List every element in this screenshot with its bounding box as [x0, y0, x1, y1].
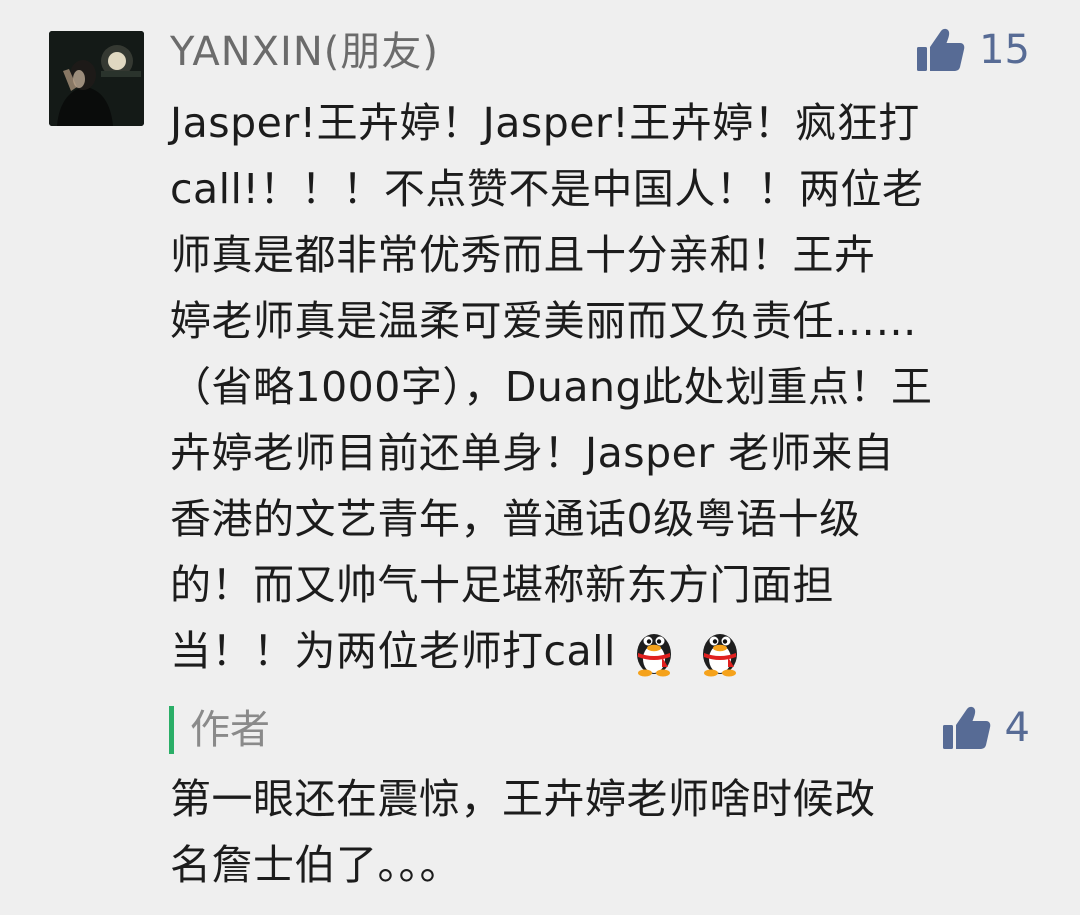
reply-author-label: 作者: [190, 707, 270, 753]
reply-like-button[interactable]: 4: [941, 700, 1030, 756]
qq-penguin-emoji-icon: [692, 621, 748, 677]
comment-item: YANXIN(朋友) 15 Jasper!王卉婷！Jasper!王卉婷！疯狂打 …: [0, 0, 1080, 915]
comment-line: 卉婷老师目前还单身！Jasper 老师来自: [170, 429, 895, 477]
comment-line: 当！！为两位老师打call: [170, 627, 616, 675]
like-button[interactable]: 15: [915, 22, 1030, 78]
qq-penguin-emoji-icon: [626, 621, 682, 677]
comment-body: Jasper!王卉婷！Jasper!王卉婷！疯狂打 call!！！！不点赞不是中…: [170, 90, 1040, 684]
reply-line: 名詹士伯了。。。: [170, 841, 461, 889]
thumbs-up-icon: [917, 28, 965, 71]
username[interactable]: YANXIN(朋友): [170, 24, 439, 80]
avatar[interactable]: [49, 31, 144, 126]
comment-line: （省略1000字），Duang此处划重点！王: [170, 363, 933, 411]
reply-like-count: 4: [1004, 705, 1030, 751]
reply-body: 第一眼还在震惊，王卉婷老师啥时候改 名詹士伯了。。。: [170, 766, 1040, 898]
like-count: 15: [979, 27, 1030, 73]
avatar-photo-icon: [49, 31, 144, 126]
comment-line: call!！！！不点赞不是中国人！！两位老: [170, 165, 924, 213]
comment-line: 师真是都非常优秀而且十分亲和！王卉: [170, 231, 876, 279]
comment-last-line: 当！！为两位老师打call: [170, 618, 1040, 684]
author-reply-indicator: [169, 706, 174, 754]
comment-line: 婷老师真是温柔可爱美丽而又负责任……: [170, 297, 917, 345]
comment-line: 香港的文艺青年，普通话0级粤语十级: [170, 495, 861, 543]
comment-line: Jasper!王卉婷！Jasper!王卉婷！疯狂打: [170, 99, 920, 147]
comment-line: 的！而又帅气十足堪称新东方门面担: [170, 561, 834, 609]
thumbs-up-icon: [942, 706, 990, 749]
reply-line: 第一眼还在震惊，王卉婷老师啥时候改: [170, 775, 876, 823]
